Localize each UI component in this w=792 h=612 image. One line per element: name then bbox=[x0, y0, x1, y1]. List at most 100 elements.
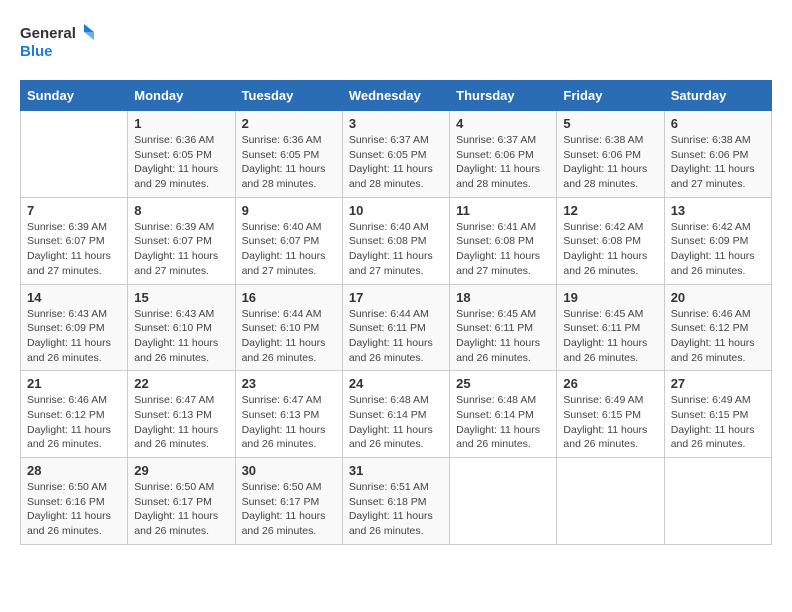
day-info: Sunrise: 6:45 AM Sunset: 6:11 PM Dayligh… bbox=[456, 307, 550, 366]
day-number: 14 bbox=[27, 290, 121, 305]
calendar-cell: 30Sunrise: 6:50 AM Sunset: 6:17 PM Dayli… bbox=[235, 458, 342, 545]
calendar-cell: 14 Sunrise: 6:43 AM Sunset: 6:09 PM Dayli… bbox=[21, 284, 128, 371]
calendar-cell: 21 Sunrise: 6:46 AM Sunset: 6:12 PM Dayli… bbox=[21, 371, 128, 458]
day-info: Sunrise: 6:39 AM Sunset: 6:07 PM Dayligh… bbox=[134, 220, 228, 279]
day-info: Sunrise: 6:36 AM Sunset: 6:05 PM Dayligh… bbox=[242, 133, 336, 192]
day-info: Sunrise: 6:40 AM Sunset: 6:08 PM Dayligh… bbox=[349, 220, 443, 279]
calendar-cell: 7Sunrise: 6:39 AM Sunset: 6:07 PM Daylig… bbox=[21, 197, 128, 284]
calendar-cell bbox=[557, 458, 664, 545]
day-info: Sunrise: 6:43 AM Sunset: 6:10 PM Dayligh… bbox=[134, 307, 228, 366]
calendar-week-row: 28Sunrise: 6:50 AM Sunset: 6:16 PM Dayli… bbox=[21, 458, 772, 545]
day-info: Sunrise: 6:47 AM Sunset: 6:13 PM Dayligh… bbox=[134, 393, 228, 452]
calendar-week-row: 1 Sunrise: 6:36 AM Sunset: 6:05 PM Daylig… bbox=[21, 111, 772, 198]
day-number: 11 bbox=[456, 203, 550, 218]
weekday-header: Tuesday bbox=[235, 81, 342, 111]
day-number: 25 bbox=[456, 376, 550, 391]
day-info: Sunrise: 6:49 AM Sunset: 6:15 PM Dayligh… bbox=[671, 393, 765, 452]
day-info: Sunrise: 6:38 AM Sunset: 6:06 PM Dayligh… bbox=[563, 133, 657, 192]
calendar-cell: 29Sunrise: 6:50 AM Sunset: 6:17 PM Dayli… bbox=[128, 458, 235, 545]
calendar-cell: 9 Sunrise: 6:40 AM Sunset: 6:07 PM Daylig… bbox=[235, 197, 342, 284]
calendar-cell bbox=[664, 458, 771, 545]
day-number: 13 bbox=[671, 203, 765, 218]
day-info: Sunrise: 6:49 AM Sunset: 6:15 PM Dayligh… bbox=[563, 393, 657, 452]
day-number: 12 bbox=[563, 203, 657, 218]
day-info: Sunrise: 6:50 AM Sunset: 6:16 PM Dayligh… bbox=[27, 480, 121, 539]
calendar-cell: 2 Sunrise: 6:36 AM Sunset: 6:05 PM Daylig… bbox=[235, 111, 342, 198]
day-info: Sunrise: 6:46 AM Sunset: 6:12 PM Dayligh… bbox=[671, 307, 765, 366]
calendar-cell: 22 Sunrise: 6:47 AM Sunset: 6:13 PM Dayli… bbox=[128, 371, 235, 458]
weekday-header: Monday bbox=[128, 81, 235, 111]
weekday-header: Saturday bbox=[664, 81, 771, 111]
day-number: 9 bbox=[242, 203, 336, 218]
logo-svg: General Blue bbox=[20, 20, 100, 64]
day-info: Sunrise: 6:48 AM Sunset: 6:14 PM Dayligh… bbox=[456, 393, 550, 452]
calendar-cell: 18Sunrise: 6:45 AM Sunset: 6:11 PM Dayli… bbox=[450, 284, 557, 371]
calendar-cell: 28Sunrise: 6:50 AM Sunset: 6:16 PM Dayli… bbox=[21, 458, 128, 545]
day-number: 23 bbox=[242, 376, 336, 391]
calendar-cell: 26 Sunrise: 6:49 AM Sunset: 6:15 PM Dayli… bbox=[557, 371, 664, 458]
day-number: 16 bbox=[242, 290, 336, 305]
day-info: Sunrise: 6:44 AM Sunset: 6:11 PM Dayligh… bbox=[349, 307, 443, 366]
day-number: 26 bbox=[563, 376, 657, 391]
calendar-cell: 20 Sunrise: 6:46 AM Sunset: 6:12 PM Dayli… bbox=[664, 284, 771, 371]
day-number: 22 bbox=[134, 376, 228, 391]
day-info: Sunrise: 6:43 AM Sunset: 6:09 PM Dayligh… bbox=[27, 307, 121, 366]
day-info: Sunrise: 6:36 AM Sunset: 6:05 PM Dayligh… bbox=[134, 133, 228, 192]
calendar-cell bbox=[450, 458, 557, 545]
calendar-cell: 23 Sunrise: 6:47 AM Sunset: 6:13 PM Dayli… bbox=[235, 371, 342, 458]
calendar-week-row: 14 Sunrise: 6:43 AM Sunset: 6:09 PM Dayli… bbox=[21, 284, 772, 371]
calendar-cell: 31 Sunrise: 6:51 AM Sunset: 6:18 PM Dayli… bbox=[342, 458, 449, 545]
calendar-cell: 12Sunrise: 6:42 AM Sunset: 6:08 PM Dayli… bbox=[557, 197, 664, 284]
day-number: 29 bbox=[134, 463, 228, 478]
calendar-cell: 27 Sunrise: 6:49 AM Sunset: 6:15 PM Dayli… bbox=[664, 371, 771, 458]
calendar-cell: 24Sunrise: 6:48 AM Sunset: 6:14 PM Dayli… bbox=[342, 371, 449, 458]
day-number: 2 bbox=[242, 116, 336, 131]
calendar-cell: 15 Sunrise: 6:43 AM Sunset: 6:10 PM Dayli… bbox=[128, 284, 235, 371]
day-info: Sunrise: 6:40 AM Sunset: 6:07 PM Dayligh… bbox=[242, 220, 336, 279]
day-info: Sunrise: 6:37 AM Sunset: 6:06 PM Dayligh… bbox=[456, 133, 550, 192]
calendar-cell: 17 Sunrise: 6:44 AM Sunset: 6:11 PM Dayli… bbox=[342, 284, 449, 371]
day-number: 20 bbox=[671, 290, 765, 305]
calendar-week-row: 7 Sunrise: 6:39 AM Sunset: 6:07 PM Daylig… bbox=[21, 197, 772, 284]
day-info: Sunrise: 6:44 AM Sunset: 6:10 PM Dayligh… bbox=[242, 307, 336, 366]
svg-text:General: General bbox=[20, 25, 76, 42]
calendar-cell: 10 Sunrise: 6:40 AM Sunset: 6:08 PM Dayli… bbox=[342, 197, 449, 284]
day-info: Sunrise: 6:41 AM Sunset: 6:08 PM Dayligh… bbox=[456, 220, 550, 279]
calendar-cell: 25 Sunrise: 6:48 AM Sunset: 6:14 PM Dayli… bbox=[450, 371, 557, 458]
day-info: Sunrise: 6:46 AM Sunset: 6:12 PM Dayligh… bbox=[27, 393, 121, 452]
calendar-cell: 4 Sunrise: 6:37 AM Sunset: 6:06 PM Daylig… bbox=[450, 111, 557, 198]
logo: General Blue bbox=[20, 20, 100, 64]
day-number: 6 bbox=[671, 116, 765, 131]
day-number: 17 bbox=[349, 290, 443, 305]
day-number: 15 bbox=[134, 290, 228, 305]
calendar-table: SundayMondayTuesdayWednesdayThursdayFrid… bbox=[20, 80, 772, 545]
day-number: 19 bbox=[563, 290, 657, 305]
calendar-cell: 5 Sunrise: 6:38 AM Sunset: 6:06 PM Daylig… bbox=[557, 111, 664, 198]
day-number: 3 bbox=[349, 116, 443, 131]
weekday-header: Thursday bbox=[450, 81, 557, 111]
day-number: 7 bbox=[27, 203, 121, 218]
day-info: Sunrise: 6:50 AM Sunset: 6:17 PM Dayligh… bbox=[242, 480, 336, 539]
page-header: General Blue bbox=[20, 20, 772, 64]
day-number: 21 bbox=[27, 376, 121, 391]
day-number: 5 bbox=[563, 116, 657, 131]
weekday-header-row: SundayMondayTuesdayWednesdayThursdayFrid… bbox=[21, 81, 772, 111]
day-number: 4 bbox=[456, 116, 550, 131]
weekday-header: Sunday bbox=[21, 81, 128, 111]
calendar-cell: 13Sunrise: 6:42 AM Sunset: 6:09 PM Dayli… bbox=[664, 197, 771, 284]
day-info: Sunrise: 6:51 AM Sunset: 6:18 PM Dayligh… bbox=[349, 480, 443, 539]
calendar-cell: 19 Sunrise: 6:45 AM Sunset: 6:11 PM Dayli… bbox=[557, 284, 664, 371]
day-info: Sunrise: 6:47 AM Sunset: 6:13 PM Dayligh… bbox=[242, 393, 336, 452]
day-number: 10 bbox=[349, 203, 443, 218]
svg-text:Blue: Blue bbox=[20, 43, 53, 60]
weekday-header: Wednesday bbox=[342, 81, 449, 111]
day-info: Sunrise: 6:45 AM Sunset: 6:11 PM Dayligh… bbox=[563, 307, 657, 366]
day-number: 24 bbox=[349, 376, 443, 391]
day-number: 1 bbox=[134, 116, 228, 131]
day-number: 31 bbox=[349, 463, 443, 478]
day-number: 27 bbox=[671, 376, 765, 391]
calendar-cell: 16 Sunrise: 6:44 AM Sunset: 6:10 PM Dayli… bbox=[235, 284, 342, 371]
day-info: Sunrise: 6:37 AM Sunset: 6:05 PM Dayligh… bbox=[349, 133, 443, 192]
calendar-cell: 3 Sunrise: 6:37 AM Sunset: 6:05 PM Daylig… bbox=[342, 111, 449, 198]
calendar-cell: 8Sunrise: 6:39 AM Sunset: 6:07 PM Daylig… bbox=[128, 197, 235, 284]
